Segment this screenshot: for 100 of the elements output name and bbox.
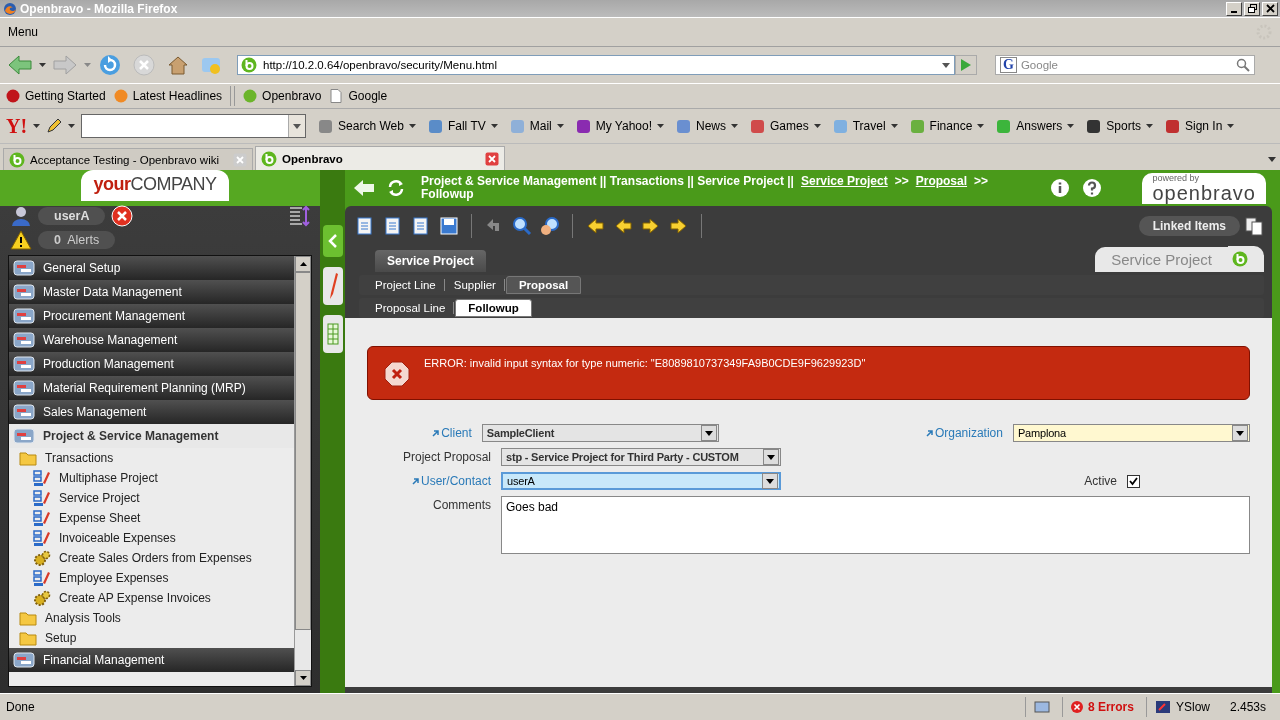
toolbar-button[interactable]: Answers (996, 118, 1075, 134)
toolbar-search-field[interactable] (81, 114, 307, 138)
module-icon (13, 283, 35, 301)
dropdown-arrow-icon (813, 124, 821, 128)
dropdown-arrow-icon (408, 124, 416, 128)
menu-item[interactable]: Sales Management (9, 400, 294, 424)
menu-item[interactable]: Menu (8, 25, 39, 39)
menu-item[interactable]: Financial Management (9, 648, 294, 672)
menu-item[interactable]: Project & Service Management (9, 424, 294, 448)
dropdown-arrow-icon (84, 63, 91, 67)
scrollbar[interactable] (294, 256, 311, 686)
record-tab[interactable]: Followup (455, 299, 532, 317)
bookmark[interactable]: Getting Started (6, 89, 106, 103)
record-tab[interactable]: Proposal (505, 276, 582, 294)
window-tab[interactable]: Service Project (375, 250, 486, 272)
browser-tab[interactable]: Acceptance Testing - Openbravo wiki (3, 148, 253, 170)
breadcrumb-link[interactable]: Proposal (915, 175, 968, 188)
menu-item[interactable]: Multiphase Project (9, 468, 294, 488)
menu-item[interactable]: Create Sales Orders from Expenses (9, 548, 294, 568)
toolbar-button[interactable]: Sign In (1165, 118, 1235, 134)
toolbar-button[interactable]: Finance (909, 118, 985, 134)
toolbar-item-icon (1086, 118, 1102, 134)
toolbar-logo[interactable]: Y! (6, 114, 28, 138)
menu-item[interactable]: Create AP Expense Invoices (9, 588, 294, 608)
help-icon (1082, 178, 1102, 198)
bookmark-icon (113, 89, 128, 103)
toolbar-button[interactable]: Fall TV (427, 118, 498, 134)
comments-field[interactable]: Goes bad (501, 496, 1250, 554)
bookmark[interactable]: Openbravo (243, 89, 322, 103)
module-icon (13, 307, 35, 325)
breadcrumb-text: >> (894, 175, 909, 188)
restore-icon (1247, 4, 1257, 13)
close-tab-icon[interactable] (485, 151, 499, 166)
dropdown-field[interactable]: SampleClient (481, 424, 719, 442)
menu-item[interactable]: Employee Expenses (9, 568, 294, 588)
documents-icon (1244, 216, 1264, 236)
bookmark[interactable]: Google (329, 89, 388, 103)
collapse-sidebar-button[interactable] (322, 225, 343, 257)
search-field[interactable]: G Google (995, 55, 1255, 75)
document-icon (383, 216, 403, 236)
menu-item[interactable]: General Setup (9, 256, 294, 280)
menu-item[interactable]: Production Management (9, 352, 294, 376)
toolbar-button[interactable]: Mail (509, 118, 564, 134)
edit-view-button[interactable] (322, 267, 343, 305)
menu-item[interactable]: Invoiceable Expenses (9, 528, 294, 548)
field-label: Active (1083, 473, 1118, 490)
toolbar-button[interactable]: News (676, 118, 738, 134)
menu-item[interactable]: Warehouse Management (9, 328, 294, 352)
menu-item[interactable]: Material Requirement Planning (MRP) (9, 376, 294, 400)
window-icon (33, 569, 51, 587)
record-tab[interactable]: Proposal Line (367, 302, 455, 314)
right-arrow-icon (641, 217, 661, 235)
record-tab[interactable]: Project Line (367, 279, 445, 291)
menu-item[interactable]: Expense Sheet (9, 508, 294, 528)
dropdown-field[interactable]: Pamplona (1012, 424, 1250, 442)
toolbar-button[interactable]: My Yahoo! (575, 118, 664, 134)
checkbox[interactable] (1127, 475, 1140, 488)
alerts-counter[interactable]: 0 Alerts (38, 231, 116, 249)
field-label[interactable]: Organization (718, 424, 1013, 442)
refresh-icon (386, 178, 406, 198)
module-icon (13, 427, 35, 445)
menu-item[interactable]: Analysis Tools (9, 608, 294, 628)
toolbar-button[interactable]: Search Web (318, 118, 416, 134)
menu-item[interactable]: Setup (9, 628, 294, 648)
toolbar-button[interactable]: Travel (832, 118, 898, 134)
error-count[interactable]: 8 Errors (1061, 697, 1142, 717)
breadcrumb-link[interactable]: Service Project (800, 175, 888, 188)
minimize-button[interactable] (1226, 1, 1242, 16)
field-label: Comments (432, 497, 492, 514)
search-engine-logo[interactable]: G (1000, 57, 1017, 73)
restore-button[interactable] (1244, 1, 1260, 16)
dropdown-field[interactable]: userA (501, 472, 781, 490)
yslow-button[interactable]: YSlow (1145, 697, 1218, 717)
toolbar-button[interactable]: Games (750, 118, 821, 134)
grid-view-button[interactable] (322, 315, 343, 353)
address-bar[interactable]: http://10.2.0.64/openbravo/security/Menu.html (237, 55, 955, 75)
close-button[interactable] (1262, 1, 1278, 16)
toolbar-item-icon (750, 118, 765, 134)
menu-item[interactable]: Transactions (9, 448, 294, 468)
toolbar-button[interactable]: Sports (1086, 118, 1153, 134)
link-arrow-icon (411, 478, 419, 485)
dropdown-arrow-icon (890, 124, 898, 128)
dropdown-field[interactable]: stp - Service Project for Third Party - CUSTOM (501, 448, 781, 466)
field-label[interactable]: User/Contact (367, 472, 501, 490)
field-label[interactable]: Client (367, 424, 482, 442)
linked-items-button[interactable]: Linked Items (1138, 216, 1240, 236)
browser-tab[interactable]: Openbravo (255, 146, 505, 170)
logout-button[interactable] (111, 205, 134, 227)
reload-icon (99, 54, 121, 76)
menu-item[interactable]: Service Project (9, 488, 294, 508)
gears-icon (33, 549, 51, 567)
network-icon (1033, 700, 1050, 714)
record-tab[interactable]: Supplier (445, 279, 505, 291)
expand-collapse-button[interactable] (288, 205, 310, 227)
minimize-icon (1231, 10, 1237, 13)
toolbar-item-icon (318, 118, 334, 134)
module-icon (13, 355, 35, 373)
bookmark[interactable]: Latest Headlines (113, 89, 223, 103)
menu-item[interactable]: Procurement Management (9, 304, 294, 328)
menu-item[interactable]: Master Data Management (9, 280, 294, 304)
